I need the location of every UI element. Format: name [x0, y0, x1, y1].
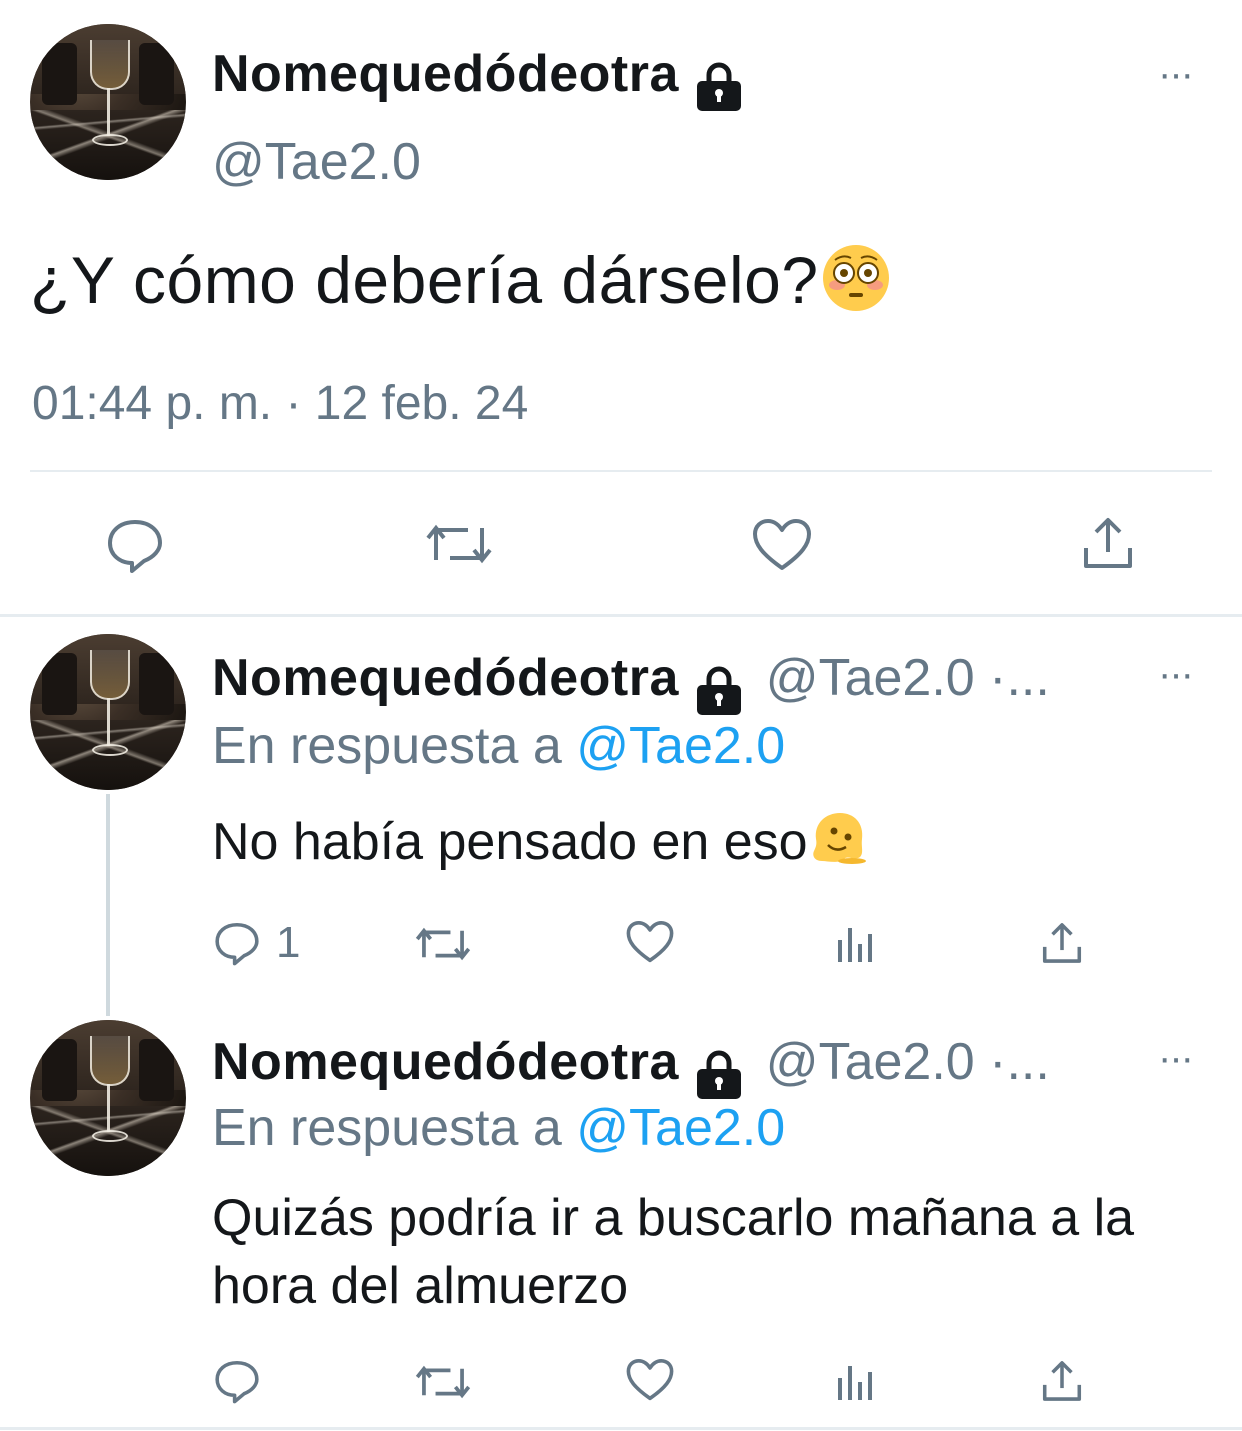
lock-icon: [691, 663, 747, 719]
tweet-text: ¿Y cómo debería dárselo?: [30, 243, 819, 317]
retweet-icon[interactable]: [424, 518, 494, 570]
share-icon[interactable]: [1040, 1358, 1084, 1404]
mention-link[interactable]: @Tae2.0: [576, 1099, 785, 1157]
retweet-icon[interactable]: [414, 922, 472, 966]
reply-icon[interactable]: [214, 1358, 260, 1404]
display-name[interactable]: Nomequedódeotra: [212, 649, 679, 707]
avatar[interactable]: [30, 24, 186, 180]
section-divider: [0, 614, 1242, 617]
reply-text: No había pensado en eso: [212, 813, 808, 871]
display-name[interactable]: Nomequedódeotra: [212, 45, 679, 103]
replying-prefix: En respuesta a: [212, 717, 562, 775]
handle[interactable]: @Tae2.0 ·...: [766, 1033, 1050, 1091]
analytics-icon[interactable]: [836, 924, 876, 964]
timestamp[interactable]: 01:44 p. m. · 12 feb. 24: [32, 376, 528, 431]
tweet-header: Nomequedódeotra: [212, 44, 747, 115]
replying-prefix: En respuesta a: [212, 1099, 562, 1157]
like-icon[interactable]: [626, 1358, 674, 1402]
more-icon[interactable]: ···: [1158, 652, 1194, 697]
lock-icon: [691, 1047, 747, 1103]
flushed-face-emoji: [821, 243, 891, 328]
reply-count: 1: [276, 918, 301, 967]
more-icon[interactable]: ···: [1158, 52, 1194, 97]
analytics-icon[interactable]: [836, 1362, 876, 1402]
replying-to: En respuesta a @Tae2.0: [212, 1098, 785, 1158]
melting-face-emoji: [808, 809, 868, 882]
thread-line: [106, 794, 110, 1016]
reply-text-row: No había pensado en eso: [212, 808, 868, 882]
reply-icon[interactable]: [214, 920, 260, 966]
tweet-text-row: ¿Y cómo debería dárselo?: [30, 242, 891, 328]
share-icon[interactable]: [1040, 920, 1084, 966]
more-icon[interactable]: ···: [1158, 1036, 1194, 1081]
reply-icon[interactable]: [106, 516, 164, 574]
retweet-icon[interactable]: [414, 1360, 472, 1404]
share-icon[interactable]: [1080, 514, 1136, 572]
display-name[interactable]: Nomequedódeotra: [212, 1033, 679, 1091]
handle[interactable]: @Tae2.0: [212, 132, 421, 192]
reply-header: Nomequedódeotra @Tae2.0 ·...: [212, 1032, 1050, 1103]
mention-link[interactable]: @Tae2.0: [576, 717, 785, 775]
bottom-divider: [0, 1427, 1242, 1430]
like-icon[interactable]: [626, 920, 674, 964]
lock-icon: [691, 59, 747, 115]
like-icon[interactable]: [752, 518, 812, 572]
handle[interactable]: @Tae2.0 ·...: [766, 649, 1050, 707]
avatar[interactable]: [30, 1020, 186, 1176]
reply-text: Quizás podría ir a buscarlo mañana a la …: [212, 1189, 1135, 1315]
avatar[interactable]: [30, 634, 186, 790]
reply-header: Nomequedódeotra @Tae2.0 ·...: [212, 648, 1050, 719]
replying-to: En respuesta a @Tae2.0: [212, 716, 785, 776]
divider: [30, 470, 1212, 472]
